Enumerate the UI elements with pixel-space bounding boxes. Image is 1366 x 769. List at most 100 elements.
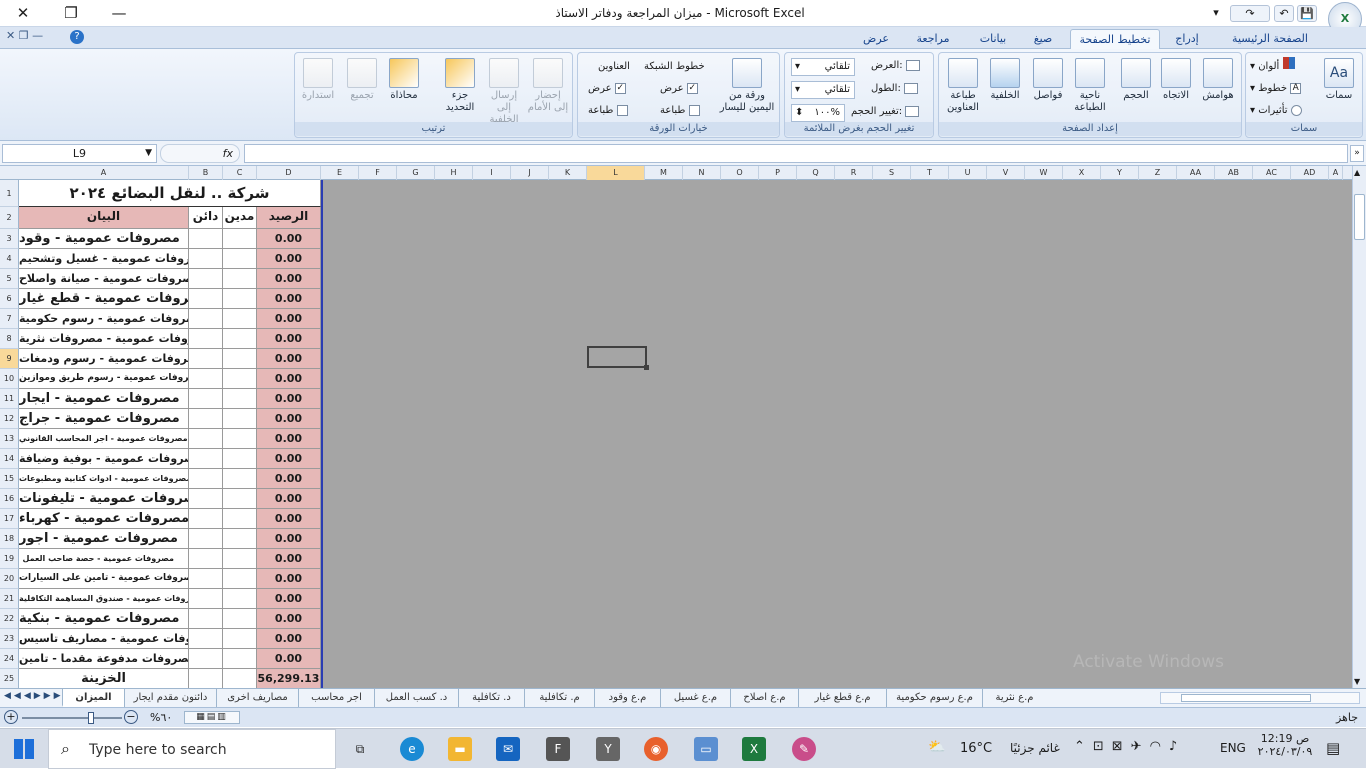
row-header[interactable]: 11 xyxy=(0,389,19,409)
desc-cell[interactable]: مصروفات عمومية - مصروفات نثرية xyxy=(19,329,189,349)
balance-cell[interactable]: 0.00 xyxy=(257,369,321,389)
theme-effects-button[interactable]: ▾ تأثيرات xyxy=(1250,101,1302,121)
orientation-button[interactable]: الاتجاه xyxy=(1155,56,1197,122)
row-header[interactable]: 16 xyxy=(0,489,19,509)
height-select[interactable]: ▾ تلقائي xyxy=(791,81,855,99)
balance-cell[interactable]: 0.00 xyxy=(257,549,321,569)
header-desc[interactable]: البيان xyxy=(19,207,189,229)
balance-cell[interactable]: 0.00 xyxy=(257,329,321,349)
row-header[interactable]: 25 xyxy=(0,669,19,689)
credit-cell[interactable] xyxy=(189,529,223,549)
credit-cell[interactable] xyxy=(189,429,223,449)
desc-cell[interactable]: مصروفات عمومية - وقود xyxy=(19,229,189,249)
tab-data[interactable]: بيانات xyxy=(972,29,1014,49)
notifications-icon[interactable]: ▤ xyxy=(1326,739,1340,757)
debit-cell[interactable] xyxy=(223,549,257,569)
balance-cell[interactable]: 0.00 xyxy=(257,469,321,489)
size-button[interactable]: الحجم xyxy=(1115,56,1157,122)
view-buttons-icon[interactable]: ▦▤▥ xyxy=(184,711,240,724)
column-header[interactable]: R xyxy=(835,166,873,180)
credit-cell[interactable] xyxy=(189,489,223,509)
language-indicator[interactable]: ENG xyxy=(1220,741,1246,755)
balance-cell[interactable]: 0.00 xyxy=(257,609,321,629)
desc-cell[interactable]: الخزينة xyxy=(19,669,189,689)
credit-cell[interactable] xyxy=(189,229,223,249)
scroll-thumb[interactable] xyxy=(1354,194,1365,240)
fill-handle[interactable] xyxy=(644,365,649,370)
column-header[interactable]: X xyxy=(1063,166,1101,180)
balance-cell[interactable]: 0.00 xyxy=(257,629,321,649)
column-header[interactable]: T xyxy=(911,166,949,180)
row-header[interactable]: 20 xyxy=(0,569,19,589)
balance-cell[interactable]: 0.00 xyxy=(257,349,321,369)
desc-cell[interactable]: مصروفات عمومية - رسوم ودمغات xyxy=(19,349,189,369)
gridlines-print-checkbox[interactable]: طباعة xyxy=(660,101,700,121)
desc-cell[interactable]: مصروفات مدفوعة مقدما - تامين xyxy=(19,649,189,669)
debit-cell[interactable] xyxy=(223,449,257,469)
column-header[interactable]: M xyxy=(645,166,683,180)
balance-cell[interactable]: 0.00 xyxy=(257,529,321,549)
debit-cell[interactable] xyxy=(223,289,257,309)
sheet-tab[interactable]: د. تكافلية xyxy=(458,689,524,707)
column-header[interactable]: V xyxy=(987,166,1025,180)
column-header[interactable]: E xyxy=(321,166,359,180)
desc-cell[interactable]: مصروفات عمومية - بنكية xyxy=(19,609,189,629)
column-header[interactable]: K xyxy=(549,166,587,180)
row-header[interactable]: 3 xyxy=(0,229,19,249)
column-header[interactable]: G xyxy=(397,166,435,180)
balance-cell[interactable]: 0.00 xyxy=(257,289,321,309)
margins-button[interactable]: هوامش xyxy=(1197,56,1239,122)
tab-insert[interactable]: إدراج xyxy=(1166,29,1208,49)
debit-cell[interactable] xyxy=(223,329,257,349)
balance-cell[interactable]: 0.00 xyxy=(257,569,321,589)
remote-desktop-icon[interactable]: ▭ xyxy=(694,737,718,761)
scroll-up-icon[interactable]: ▲ xyxy=(1354,168,1360,177)
credit-cell[interactable] xyxy=(189,289,223,309)
taskbar-search[interactable]: ⌕ Type here to search xyxy=(48,729,336,769)
sheet-tab[interactable]: م.ع اصلاح xyxy=(730,689,798,707)
credit-cell[interactable] xyxy=(189,669,223,689)
gridlines-view-checkbox[interactable]: عرض ✓ xyxy=(660,79,698,99)
desc-cell[interactable]: مصروفات عمومية - قطع غيار xyxy=(19,289,189,309)
debit-cell[interactable] xyxy=(223,349,257,369)
sheet-tab-active[interactable]: الميزان xyxy=(62,689,124,707)
desc-cell[interactable]: مصروفات عمومية - رسوم طريق وموازين xyxy=(19,369,189,389)
credit-cell[interactable] xyxy=(189,609,223,629)
row-header[interactable]: 2 xyxy=(0,207,19,229)
balance-cell[interactable]: 0.00 xyxy=(257,449,321,469)
row-header[interactable]: 7 xyxy=(0,309,19,329)
sheet-tab[interactable]: م. تكافلية xyxy=(524,689,594,707)
balance-cell[interactable]: 0.00 xyxy=(257,389,321,409)
file-explorer-icon[interactable]: ▬ xyxy=(448,737,472,761)
redo-icon[interactable]: ↷ xyxy=(1230,5,1270,22)
restore-button[interactable]: ❐ xyxy=(48,0,94,27)
desc-cell[interactable]: مصروفات عمومية - غسيل وتشحيم xyxy=(19,249,189,269)
debit-cell[interactable] xyxy=(223,569,257,589)
align-button[interactable]: محاذاة xyxy=(383,56,425,122)
credit-cell[interactable] xyxy=(189,509,223,529)
theme-colors-button[interactable]: ▾ ألوان xyxy=(1250,57,1295,77)
debit-cell[interactable] xyxy=(223,389,257,409)
column-header[interactable]: Z xyxy=(1139,166,1177,180)
column-header[interactable]: F xyxy=(359,166,397,180)
debit-cell[interactable] xyxy=(223,589,257,609)
column-header[interactable]: P xyxy=(759,166,797,180)
debit-cell[interactable] xyxy=(223,469,257,489)
sheet-tab[interactable]: م.ع قطع غيار xyxy=(798,689,886,707)
sheet-tab[interactable]: م.ع نثرية xyxy=(982,689,1046,707)
balance-cell[interactable]: 0.00 xyxy=(257,309,321,329)
desc-cell[interactable]: مصروفات عمومية - ايجار xyxy=(19,389,189,409)
balance-cell[interactable]: 0.00 xyxy=(257,509,321,529)
debit-cell[interactable] xyxy=(223,529,257,549)
themes-button[interactable]: Aa سمات xyxy=(1318,56,1360,122)
print-titles-button[interactable]: طباعة العناوين xyxy=(942,56,984,122)
app-f-icon[interactable]: F xyxy=(546,737,570,761)
credit-cell[interactable] xyxy=(189,329,223,349)
workbook-close-icon[interactable]: ✕ ❐ — xyxy=(6,29,43,42)
debit-cell[interactable] xyxy=(223,269,257,289)
row-header[interactable]: 12 xyxy=(0,409,19,429)
column-header[interactable]: I xyxy=(473,166,511,180)
headings-print-checkbox[interactable]: طباعة xyxy=(588,101,628,121)
column-header[interactable]: Q xyxy=(797,166,835,180)
active-cell-cursor[interactable] xyxy=(587,346,647,368)
